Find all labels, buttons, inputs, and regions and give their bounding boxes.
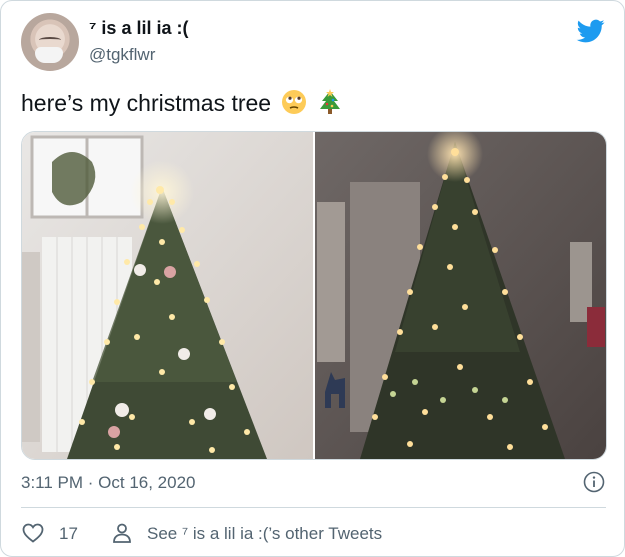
author-name[interactable]: ⁷ is a lil ia :( <box>89 18 188 39</box>
avatar[interactable] <box>21 13 79 71</box>
heart-icon[interactable] <box>21 521 45 545</box>
tweet-actions: 17 See ⁷ is a lil ia :(’s other Tweets <box>21 519 611 549</box>
twitter-bird-icon[interactable] <box>575 17 607 45</box>
see-other-tweets-link[interactable]: See ⁷ is a lil ia :(’s other Tweets <box>147 524 382 544</box>
tweet-timestamp[interactable]: 3:11 PM · Oct 16, 2020 <box>21 473 196 493</box>
avatar-eyes <box>39 37 61 43</box>
like-count: 17 <box>59 524 78 543</box>
tweet-text: here’s my christmas tree <box>21 89 342 117</box>
info-icon[interactable] <box>583 471 605 493</box>
divider <box>21 507 606 508</box>
avatar-mask <box>35 47 63 63</box>
photo-christmas-tree-dark-room[interactable] <box>315 132 606 459</box>
tweet-text-body: here’s my christmas tree <box>21 90 272 116</box>
tweet-media[interactable] <box>21 131 607 460</box>
christmas-tree-icon <box>319 89 340 114</box>
photo-christmas-tree-lights-on[interactable] <box>22 132 313 459</box>
user-icon[interactable] <box>110 521 134 545</box>
tweet-card[interactable]: ⁷ is a lil ia :( @tgkflwr here’s my chri… <box>0 0 625 557</box>
author-handle[interactable]: @tgkflwr <box>89 45 155 65</box>
face-with-rolling-eyes-icon <box>282 90 307 114</box>
